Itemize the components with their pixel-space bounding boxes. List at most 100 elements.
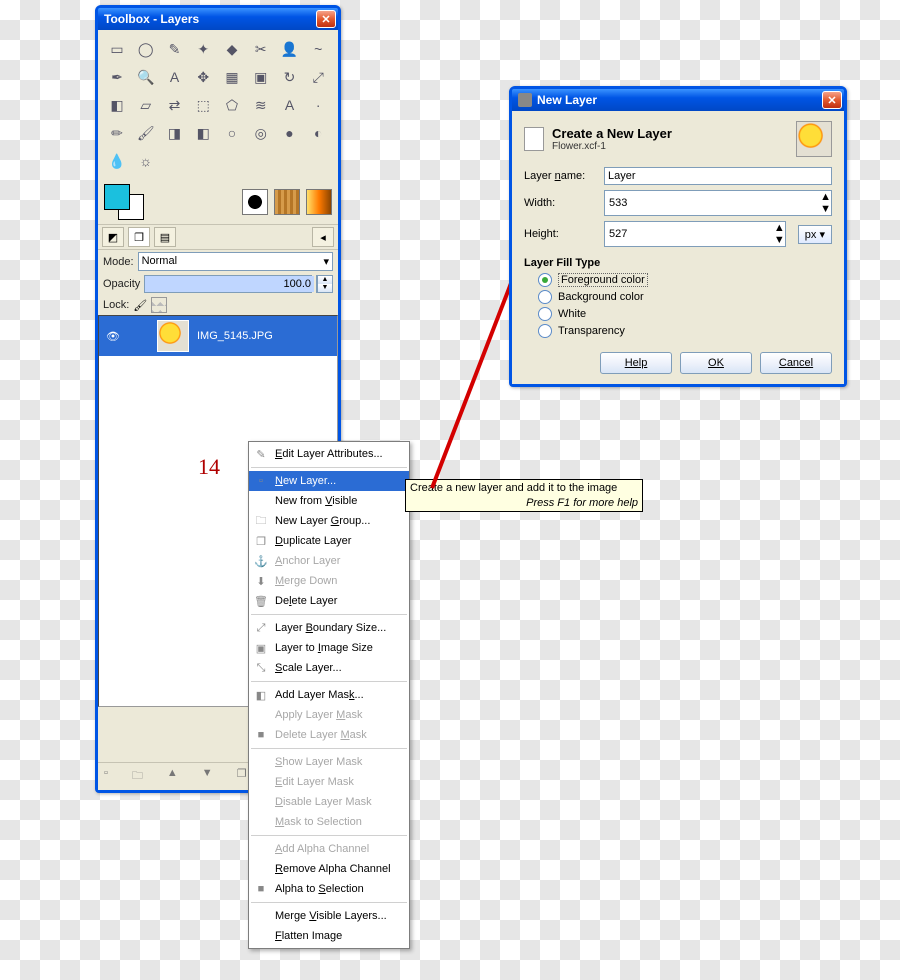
new-group-icon[interactable]: 🗀 xyxy=(132,767,143,786)
tool-flip[interactable]: ⇄ xyxy=(162,92,188,118)
menu-scale-layer[interactable]: ⤡Scale Layer... xyxy=(249,658,409,678)
menu-new-from-visible[interactable]: New from Visible xyxy=(249,491,409,511)
tool-clone[interactable]: ○ xyxy=(219,120,245,146)
cancel-button[interactable]: Cancel xyxy=(760,352,832,374)
tool-by-color-select[interactable]: ◆ xyxy=(219,36,245,62)
tool-perspective-clone[interactable]: ● xyxy=(277,120,303,146)
tool-cage[interactable]: ⬚ xyxy=(190,92,216,118)
tooltip-text: Create a new layer and add it to the ima… xyxy=(410,482,638,494)
menu-delete-layer[interactable]: 🗑Delete Layer xyxy=(249,591,409,611)
menu-merge-down: ⬇Merge Down xyxy=(249,571,409,591)
duplicate-layer-icon[interactable]: ❐ xyxy=(237,767,247,786)
tool-heal[interactable]: ◎ xyxy=(248,120,274,146)
tool-rect-select[interactable]: ▭ xyxy=(104,36,130,62)
tool-eraser[interactable]: 🖌 xyxy=(133,120,159,146)
menu-edit-layer-attributes[interactable]: ✎ Edit Layer Attributes... xyxy=(249,444,409,464)
opacity-spinner[interactable]: ▲▼ xyxy=(317,276,332,292)
tool-blend[interactable]: A xyxy=(277,92,303,118)
unit-select[interactable]: px ▾ xyxy=(798,225,832,244)
toolbox-titlebar[interactable]: Toolbox - Layers ✕ xyxy=(98,8,338,30)
tool-free-select[interactable]: ✎ xyxy=(162,36,188,62)
tool-measure[interactable]: A xyxy=(162,64,188,90)
menu-icon xyxy=(253,814,269,830)
tool-move[interactable]: ✥ xyxy=(190,64,216,90)
visibility-icon[interactable]: 👁 xyxy=(105,328,121,344)
width-input[interactable]: ▲▼ xyxy=(604,190,832,216)
tool-scissors[interactable]: ✂ xyxy=(248,36,274,62)
gradient-preview[interactable] xyxy=(306,189,332,215)
menu-label: Duplicate Layer xyxy=(275,535,351,547)
layer-row[interactable]: 👁 IMG_5145.JPG xyxy=(99,316,337,356)
brush-preview[interactable] xyxy=(242,189,268,215)
fill-option-background-color[interactable]: Background color xyxy=(538,290,832,304)
tool-bucket-fill[interactable]: ≋ xyxy=(248,92,274,118)
tool-ink[interactable]: ◧ xyxy=(190,120,216,146)
menu-remove-alpha-channel[interactable]: Remove Alpha Channel xyxy=(249,859,409,879)
tool-color-picker[interactable]: ✒ xyxy=(104,64,130,90)
tool-paintbrush[interactable]: ✏ xyxy=(104,120,130,146)
height-input[interactable]: ▲▼ xyxy=(604,221,786,247)
tab-tool-options[interactable]: ◩ xyxy=(102,227,124,247)
menu-new-layer[interactable]: ▫New Layer... xyxy=(249,471,409,491)
tab-channels[interactable]: ▤ xyxy=(154,227,176,247)
lower-layer-icon[interactable]: ▼ xyxy=(202,767,213,786)
lock-alpha-icon[interactable] xyxy=(151,297,167,313)
menu-add-layer-mask[interactable]: ◧Add Layer Mask... xyxy=(249,685,409,705)
tool-grid: ▭◯✎✦◆✂👤~✒🔍A✥▦▣↻⤢◧▱⇄⬚⬠≋A·✏🖌◨◧○◎●◐💧☼ xyxy=(98,30,338,180)
menu-flatten-image[interactable]: Flatten Image xyxy=(249,926,409,946)
opacity-slider[interactable]: 100.0 xyxy=(144,275,312,293)
dialog-titlebar[interactable]: New Layer ✕ xyxy=(512,89,844,111)
tool-blur-sharpen[interactable]: ◐ xyxy=(305,120,331,146)
tool-shear[interactable]: ◧ xyxy=(104,92,130,118)
fg-bg-swatch[interactable] xyxy=(104,184,144,220)
pattern-preview[interactable] xyxy=(274,189,300,215)
menu-label: Remove Alpha Channel xyxy=(275,863,391,875)
tooltip-hint: Press F1 for more help xyxy=(410,497,638,509)
menu-duplicate-layer[interactable]: ❐Duplicate Layer xyxy=(249,531,409,551)
menu-layer-to-image-size[interactable]: ▣Layer to Image Size xyxy=(249,638,409,658)
menu-icon xyxy=(253,794,269,810)
menu-new-layer-group[interactable]: 🗀New Layer Group... xyxy=(249,511,409,531)
dialog-subheader: Flower.xcf-1 xyxy=(552,141,672,152)
mode-select[interactable]: Normal▾ xyxy=(138,252,333,271)
tab-menu-icon[interactable]: ◂ xyxy=(312,227,334,247)
fill-option-transparency[interactable]: Transparency xyxy=(538,324,832,338)
layer-name-input[interactable] xyxy=(604,167,832,185)
tool-rotate[interactable]: ↻ xyxy=(277,64,303,90)
document-icon xyxy=(524,127,544,151)
dock-tabs: ◩ ❐ ▤ ◂ xyxy=(98,224,338,250)
width-label: Width: xyxy=(524,197,596,209)
new-layer-icon[interactable]: ▫ xyxy=(104,767,108,786)
fill-option-white[interactable]: White xyxy=(538,307,832,321)
fill-option-foreground-color[interactable]: Foreground color xyxy=(538,273,832,287)
tool-perspective[interactable]: ▱ xyxy=(133,92,159,118)
tool-airbrush[interactable]: ◨ xyxy=(162,120,188,146)
lock-pixels-icon[interactable]: 🖌 xyxy=(133,299,147,312)
tab-layers[interactable]: ❐ xyxy=(128,227,150,247)
menu-merge-visible-layers[interactable]: Merge Visible Layers... xyxy=(249,906,409,926)
tool-paths[interactable]: ~ xyxy=(305,36,331,62)
tool-align[interactable]: ▦ xyxy=(219,64,245,90)
menu-layer-boundary-size[interactable]: ⤢Layer Boundary Size... xyxy=(249,618,409,638)
tool-ellipse-select[interactable]: ◯ xyxy=(133,36,159,62)
layer-thumbnail[interactable] xyxy=(157,320,189,352)
ok-button[interactable]: OK xyxy=(680,352,752,374)
menu-label: Edit Layer Attributes... xyxy=(275,448,383,460)
close-icon[interactable]: ✕ xyxy=(822,91,842,109)
tool-crop[interactable]: ▣ xyxy=(248,64,274,90)
tool-fuzzy-select[interactable]: ✦ xyxy=(190,36,216,62)
tool-pencil[interactable]: · xyxy=(305,92,331,118)
tool-zoom[interactable]: 🔍 xyxy=(133,64,159,90)
menu-alpha-to-selection[interactable]: ■Alpha to Selection xyxy=(249,879,409,899)
tool-foreground-select[interactable]: 👤 xyxy=(277,36,303,62)
radio-icon xyxy=(538,324,552,338)
help-button[interactable]: Help xyxy=(600,352,672,374)
fill-type-label: Layer Fill Type xyxy=(524,257,832,269)
tool-text[interactable]: ⬠ xyxy=(219,92,245,118)
close-icon[interactable]: ✕ xyxy=(316,10,336,28)
tool-dodge-burn[interactable]: ☼ xyxy=(133,148,159,174)
tool-scale[interactable]: ⤢ xyxy=(305,64,331,90)
raise-layer-icon[interactable]: ▲ xyxy=(167,767,178,786)
tool-smudge[interactable]: 💧 xyxy=(104,148,130,174)
menu-icon: ✎ xyxy=(253,446,269,462)
